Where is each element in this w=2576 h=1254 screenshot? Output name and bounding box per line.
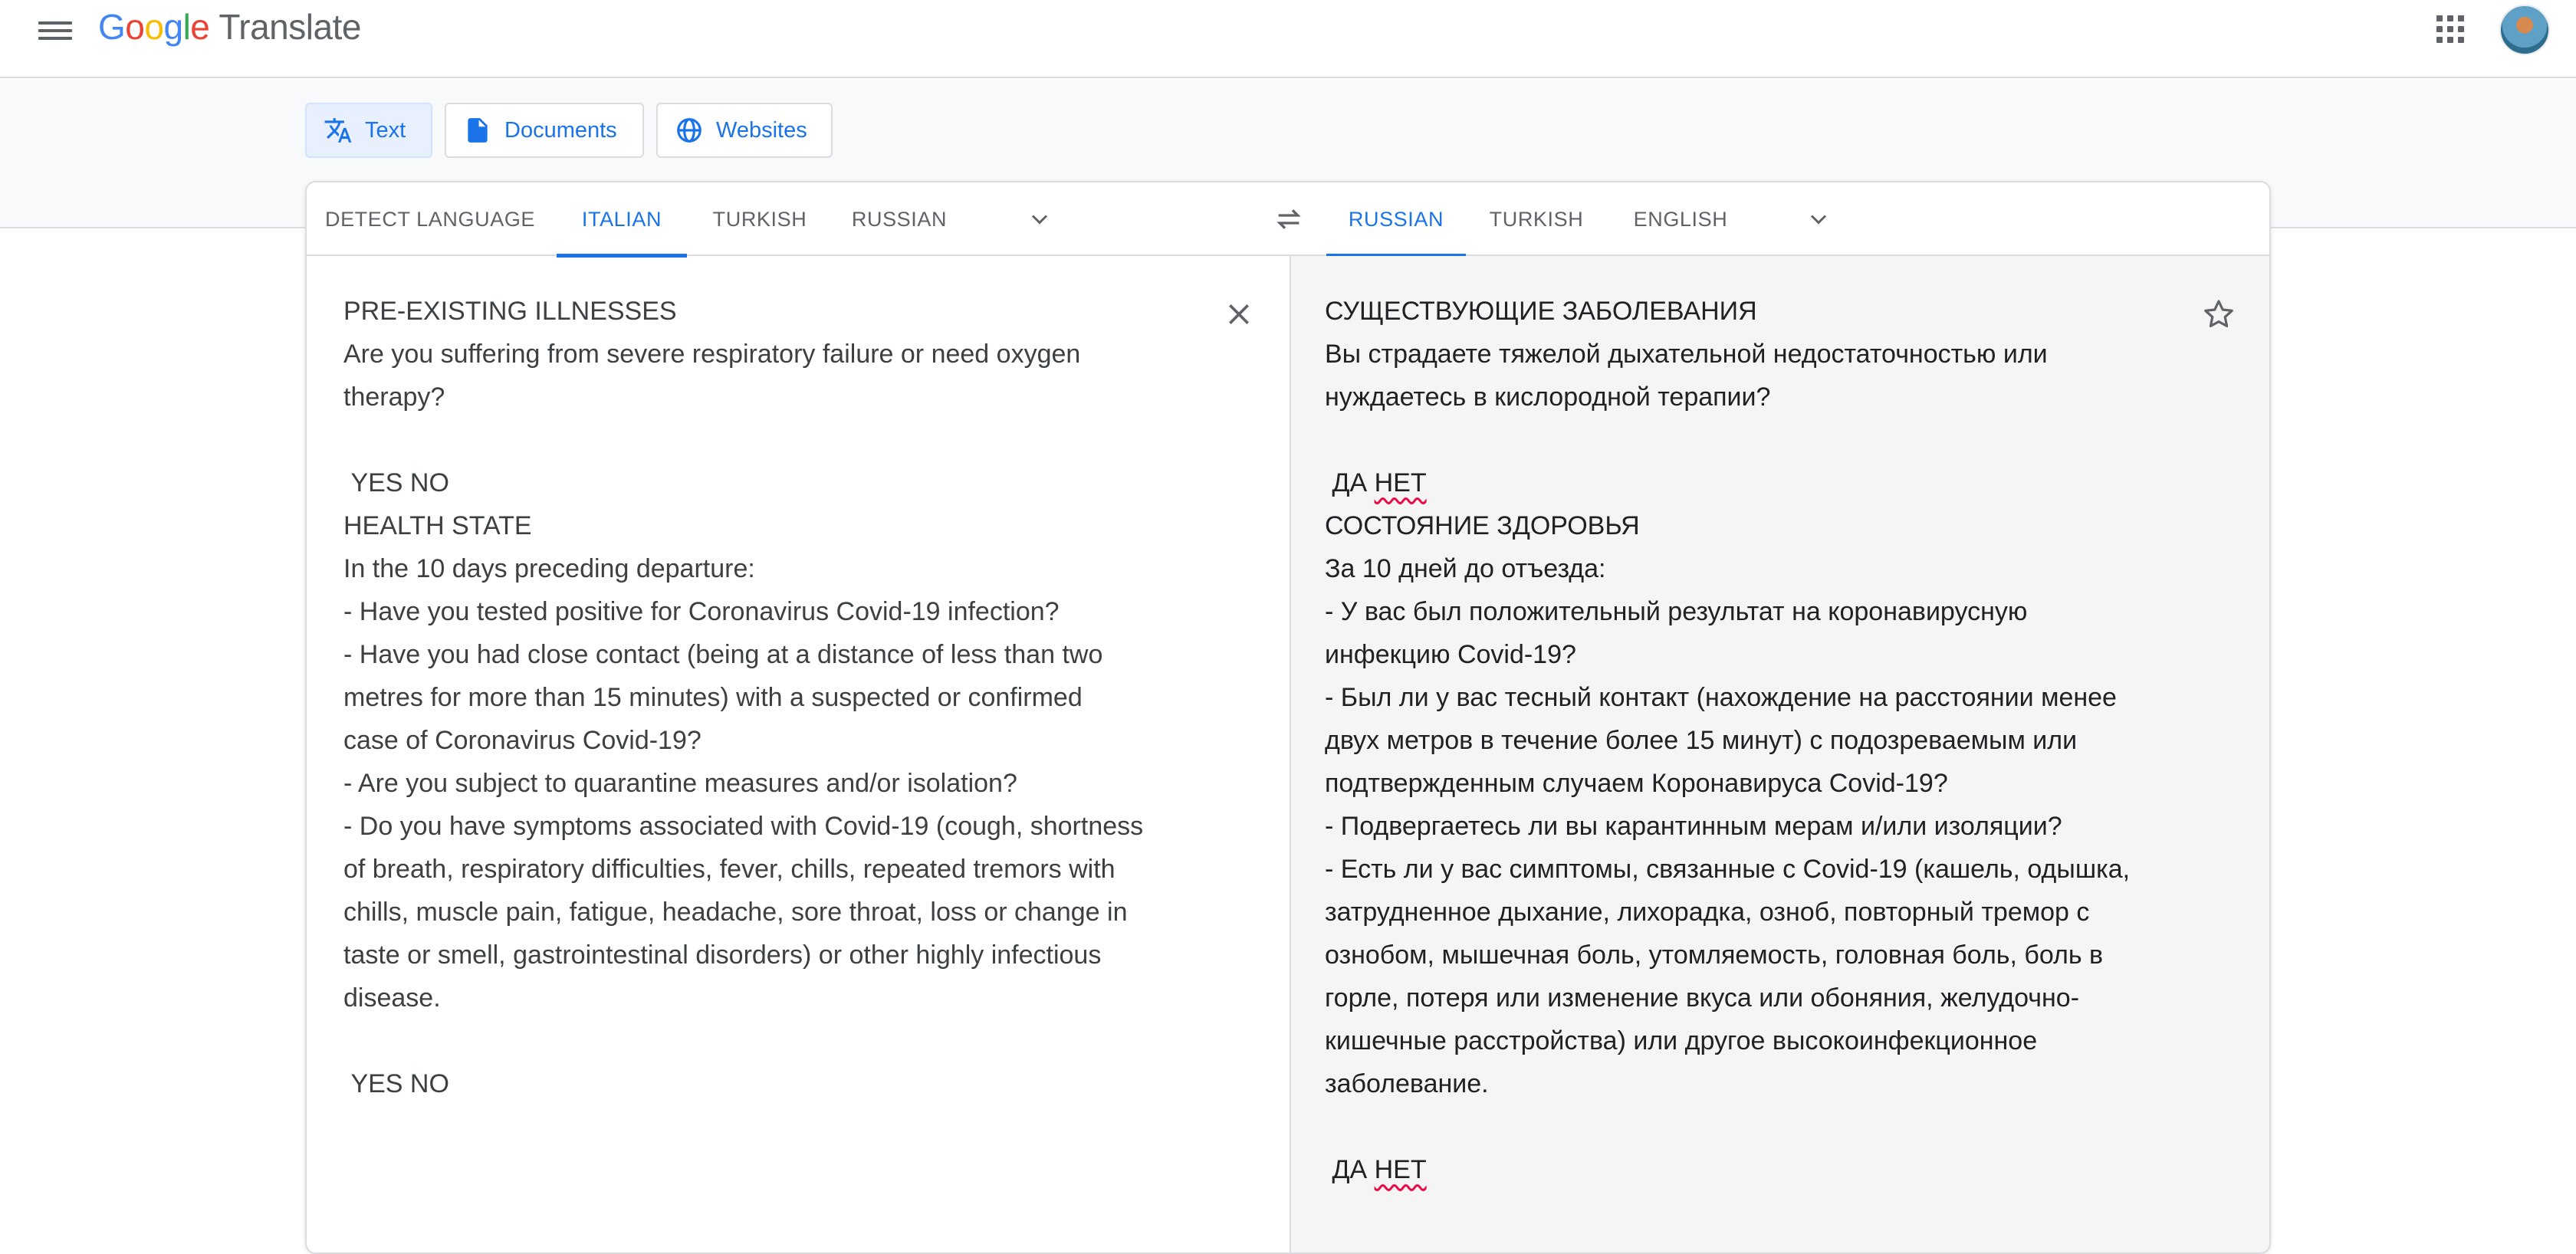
source-lang-label: TURKISH: [712, 207, 807, 231]
swap-icon[interactable]: [1271, 204, 1306, 235]
translate-icon: [324, 118, 352, 143]
source-lang-italian[interactable]: ITALIAN: [557, 182, 687, 258]
source-lang-turkish[interactable]: TURKISH: [698, 182, 822, 256]
target-lang-russian[interactable]: RUSSIAN: [1326, 182, 1466, 258]
websites-mode-button[interactable]: Websites: [656, 103, 833, 158]
chevron-down-icon[interactable]: [1026, 205, 1053, 233]
avatar[interactable]: [2499, 5, 2550, 55]
text-mode-label: Text: [365, 117, 406, 143]
translated-text[interactable]: СУЩЕСТВУЮЩИЕ ЗАБОЛЕВАНИЯ Вы страдаете тя…: [1325, 290, 2245, 1191]
chevron-down-icon[interactable]: [1805, 205, 1832, 233]
logo-letter: e: [190, 7, 210, 47]
globe-icon: [677, 118, 702, 143]
document-icon: [468, 118, 488, 143]
logo-letter: l: [182, 7, 191, 47]
target-lang-label: ENGLISH: [1633, 207, 1728, 231]
target-lang-label: TURKISH: [1489, 207, 1584, 231]
websites-mode-label: Websites: [716, 117, 807, 143]
documents-mode-label: Documents: [504, 117, 617, 143]
language-bar: DETECT LANGUAGE ITALIAN TURKISH RUSSIAN …: [307, 182, 2269, 258]
translated-text-segment: СУЩЕСТВУЮЩИЕ ЗАБОЛЕВАНИЯ Вы страдаете тя…: [1325, 297, 2048, 497]
target-lang-english[interactable]: ENGLISH: [1619, 182, 1742, 256]
source-lang-russian[interactable]: RUSSIAN: [837, 182, 961, 256]
apps-grid-icon[interactable]: [2436, 15, 2464, 43]
source-lang-label: DETECT LANGUAGE: [324, 207, 536, 231]
logo-letter: g: [163, 7, 183, 47]
spellcheck-word[interactable]: НЕТ: [1375, 1155, 1427, 1184]
logo-letter: o: [144, 7, 164, 47]
source-lang-label: ITALIAN: [581, 207, 662, 231]
product-name: Translate: [219, 7, 361, 47]
logo-letter: o: [125, 7, 145, 47]
translated-text-segment: СОСТОЯНИЕ ЗДОРОВЬЯ За 10 дней до отъезда…: [1325, 511, 2131, 1184]
source-lang-label: RUSSIAN: [851, 207, 948, 231]
app-header: Google Translate: [0, 0, 2576, 78]
documents-mode-button[interactable]: Documents: [445, 103, 644, 158]
source-lang-detect[interactable]: DETECT LANGUAGE: [319, 182, 541, 256]
logo-letter: G: [98, 7, 126, 47]
menu-icon[interactable]: [38, 17, 72, 41]
text-mode-button[interactable]: Text: [305, 103, 432, 158]
spellcheck-word[interactable]: НЕТ: [1375, 468, 1427, 497]
source-text[interactable]: PRE-EXISTING ILLNESSES Are you suffering…: [343, 290, 1263, 1105]
target-lang-label: RUSSIAN: [1348, 207, 1444, 231]
google-translate-logo[interactable]: Google Translate: [98, 6, 361, 48]
target-lang-turkish[interactable]: TURKISH: [1477, 182, 1596, 256]
